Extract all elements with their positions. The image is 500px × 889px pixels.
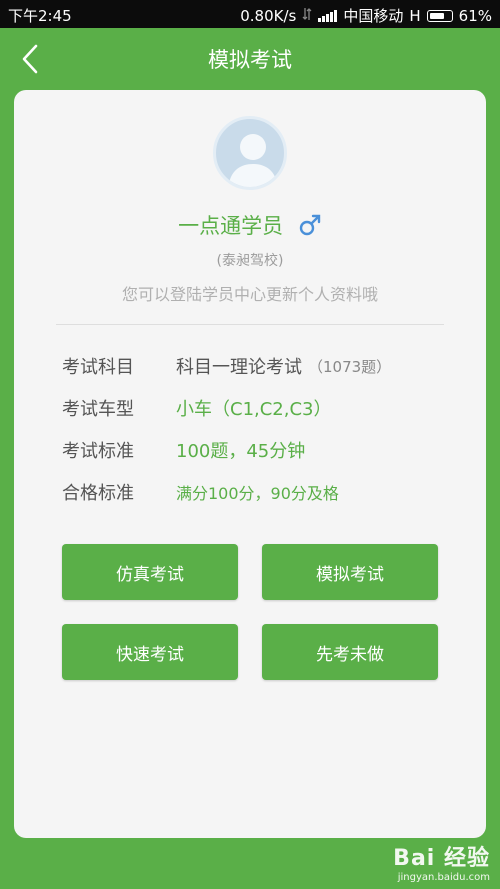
watermark-url: jingyan.baidu.com xyxy=(397,872,490,883)
info-value: 满分100分，90分及格 xyxy=(176,484,339,503)
exam-info-card: 一点通学员 (泰昶驾校) 您可以登陆学员中心更新个人资料哦 考试科目 科目一理论… xyxy=(14,90,486,838)
baidu-jingyan-watermark: Bai 经验 jingyan.baidu.com xyxy=(393,840,490,883)
battery-icon xyxy=(426,9,453,22)
status-bar: 下午2:45 0.80K/s 中国移动 H 61% xyxy=(0,0,500,28)
male-icon xyxy=(298,213,322,242)
user-avatar-icon[interactable] xyxy=(213,116,287,190)
battery-level: 61% xyxy=(458,6,492,25)
info-row-vehicle: 考试车型 小车（C1,C2,C3） xyxy=(62,393,332,423)
simulation-exam-button[interactable]: 仿真考试 xyxy=(62,544,238,600)
info-value: 科目一理论考试 xyxy=(176,357,302,378)
network-speed: 0.80K/s xyxy=(240,6,297,25)
network-type: H xyxy=(409,6,421,25)
driving-school: (泰昶驾校) xyxy=(216,253,284,269)
header: 模拟考试 xyxy=(0,28,500,90)
data-transfer-icon xyxy=(302,7,312,25)
info-label: 考试标准 xyxy=(62,441,134,462)
status-indicators: 0.80K/s 中国移动 H 61% xyxy=(240,5,492,26)
page-title: 模拟考试 xyxy=(208,48,292,72)
quick-exam-button[interactable]: 快速考试 xyxy=(62,624,238,680)
status-time: 下午2:45 xyxy=(8,7,72,25)
divider xyxy=(56,324,444,325)
watermark-logo: Bai 经验 xyxy=(393,846,490,871)
signal-icon xyxy=(318,9,338,22)
info-label: 考试车型 xyxy=(62,399,134,420)
info-value: 100题，45分钟 xyxy=(176,441,306,462)
info-question-count: （1073题） xyxy=(308,357,392,376)
info-row-standard: 考试标准 100题，45分钟 xyxy=(62,435,305,465)
unanswered-first-button[interactable]: 先考未做 xyxy=(262,624,438,680)
carrier-name: 中国移动 xyxy=(343,7,404,25)
mock-exam-button[interactable]: 模拟考试 xyxy=(262,544,438,600)
info-label: 合格标准 xyxy=(62,483,134,504)
user-name-row: 一点通学员 xyxy=(14,210,486,242)
profile-hint: 您可以登陆学员中心更新个人资料哦 xyxy=(121,285,378,304)
user-name: 一点通学员 xyxy=(178,214,284,238)
info-value: 小车（C1,C2,C3） xyxy=(176,399,332,420)
info-label: 考试科目 xyxy=(62,357,134,378)
info-row-subject: 考试科目 科目一理论考试 （1073题） xyxy=(62,351,391,381)
info-row-pass-standard: 合格标准 满分100分，90分及格 xyxy=(62,477,339,507)
